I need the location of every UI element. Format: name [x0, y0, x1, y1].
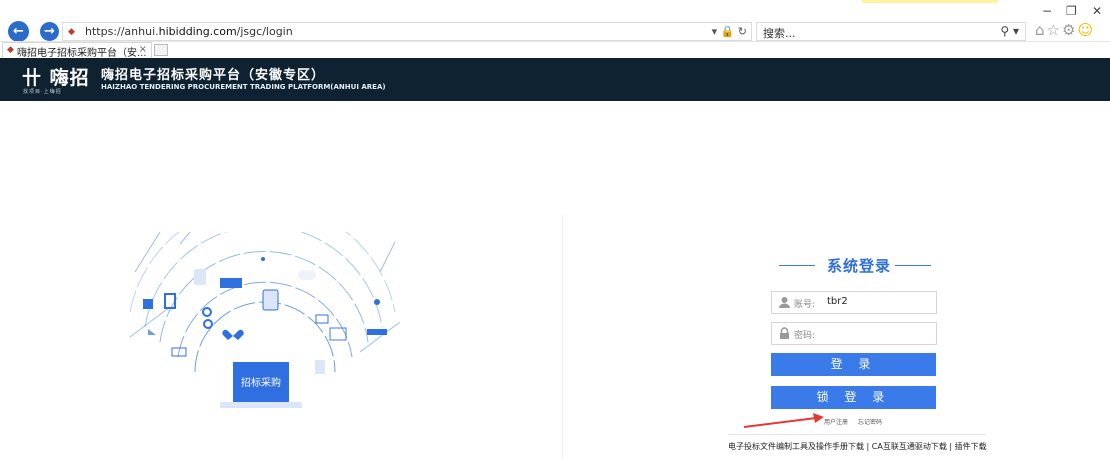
forward-button[interactable]: →: [40, 22, 59, 41]
restore-button[interactable]: ❐: [1066, 4, 1077, 18]
content-divider: [562, 215, 563, 459]
illustration-label: 招标采购: [241, 376, 281, 389]
toolbar-icons: ⌂☆⚙☺: [1035, 21, 1095, 39]
window-close-button[interactable]: ✕: [1092, 4, 1102, 18]
red-arrow-annotation: [743, 413, 824, 428]
address-controls[interactable]: ▾ 🔒 ↻: [712, 25, 747, 38]
password-field[interactable]: 密码:: [771, 322, 937, 345]
search-icon[interactable]: ⚲ ▾: [1000, 24, 1019, 38]
lock-icon: [780, 327, 789, 339]
login-button[interactable]: 登 录: [771, 353, 936, 376]
account-value: tbr2: [827, 296, 848, 307]
login-title: 系统登录: [779, 255, 931, 275]
tab-favicon-icon: ◆: [7, 45, 14, 55]
logo-tagline: 找项目·上嗨招: [23, 89, 62, 95]
notification-strip: [862, 0, 998, 3]
search-box[interactable]: 搜索... ⚲ ▾: [756, 22, 1026, 41]
lock-login-button[interactable]: 锁 登 录: [771, 386, 936, 409]
tab-title: 嗨招电子招标采购平台（安...: [17, 48, 147, 59]
login-links: 用户注册 忘记密码: [824, 417, 890, 426]
smiley-icon[interactable]: ☺: [1077, 21, 1095, 39]
download-links[interactable]: 电子投标文件编制工具及操作手册下载 | CA互联互通驱动下载 | 插件下载: [728, 434, 987, 452]
tab-close-icon[interactable]: ×: [139, 44, 147, 55]
forgot-password-link[interactable]: 忘记密码: [858, 419, 882, 426]
register-link[interactable]: 用户注册: [824, 419, 848, 426]
login-title-text: 系统登录: [827, 257, 892, 275]
tab-active[interactable]: ◆ 嗨招电子招标采购平台（安... ×: [2, 42, 152, 59]
back-button[interactable]: ←: [8, 21, 29, 42]
forward-arrow-icon: →: [44, 24, 55, 39]
search-placeholder: 搜索...: [763, 27, 796, 40]
minimize-button[interactable]: −: [1042, 4, 1052, 18]
site-header: 卄 嗨招 找项目·上嗨招 嗨招电子招标采购平台（安徽专区） HAIZHAO TE…: [0, 58, 1110, 101]
home-icon[interactable]: ⌂: [1035, 21, 1047, 39]
site-logo[interactable]: 卄 嗨招: [22, 63, 90, 90]
title-line-left: [779, 265, 815, 266]
tab-bar: ◆ 嗨招电子招标采购平台（安... ×: [0, 41, 1110, 59]
address-bar[interactable]: ◆ https://anhui.hibidding.com/jsgc/login…: [62, 22, 752, 41]
procurement-illustration: 招标采购: [129, 232, 401, 408]
user-icon: [779, 297, 790, 308]
gear-icon[interactable]: ⚙: [1062, 21, 1077, 39]
title-line-right: [895, 265, 931, 266]
back-arrow-icon: ←: [13, 24, 24, 39]
site-title: 嗨招电子招标采购平台（安徽专区）: [101, 68, 326, 83]
site-favicon-icon: ◆: [68, 27, 75, 37]
account-label: 账号:: [794, 300, 816, 310]
password-label: 密码:: [794, 331, 816, 341]
url-text: https://anhui.hibidding.com/jsgc/login: [85, 25, 293, 38]
star-icon[interactable]: ☆: [1047, 21, 1062, 39]
browser-chrome: − ❐ ✕ ← → ◆ https://anhui.hibidding.com/…: [0, 0, 1110, 59]
new-tab-button[interactable]: [154, 44, 168, 56]
account-field[interactable]: 账号: tbr2: [771, 291, 937, 314]
site-subtitle: HAIZHAO TENDERING PROCUREMENT TRADING PL…: [101, 83, 386, 91]
